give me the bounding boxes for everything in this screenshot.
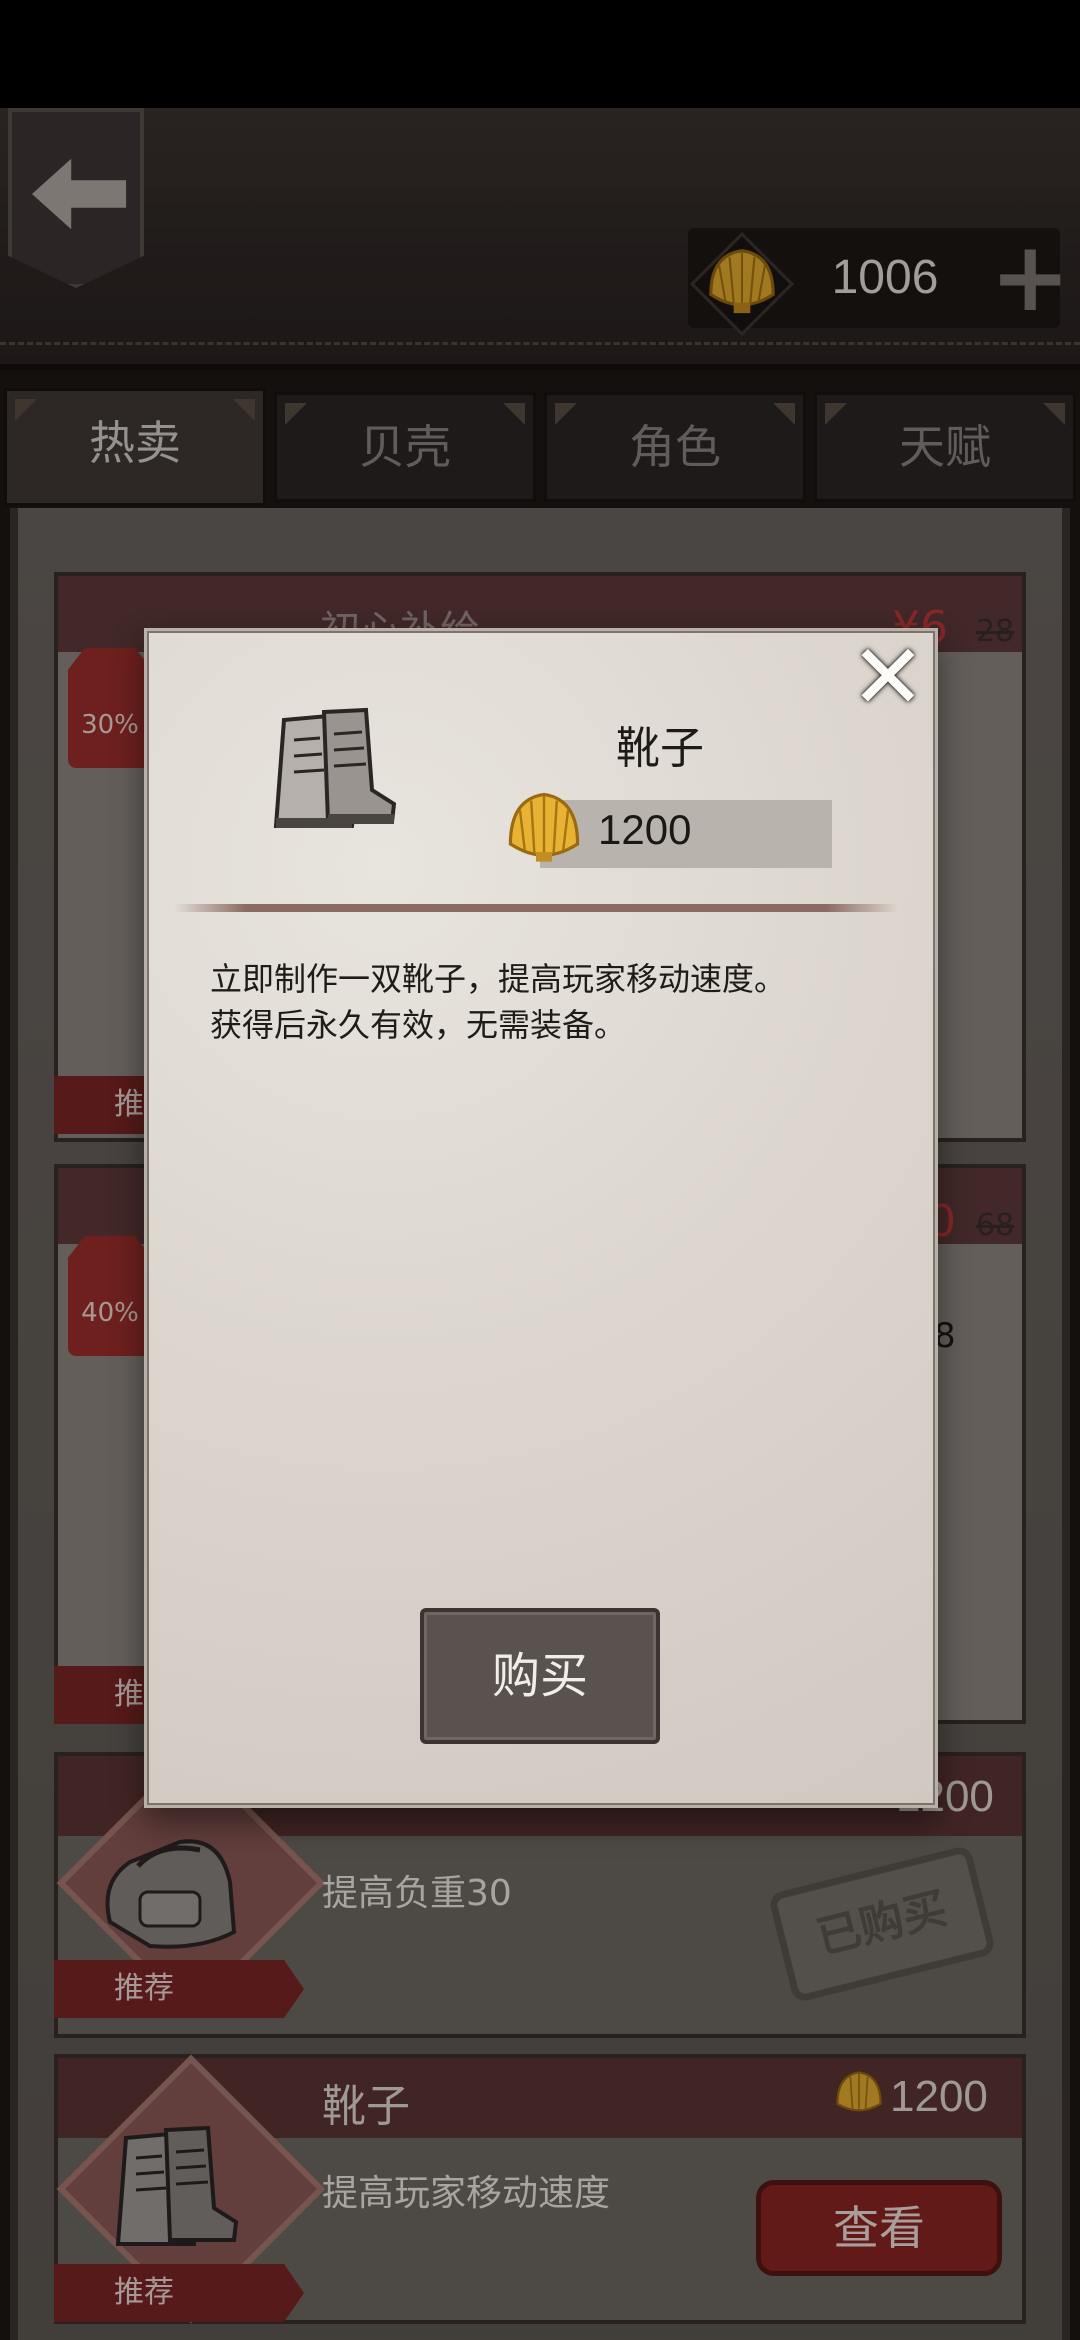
buy-button[interactable]: 购买 xyxy=(420,1608,660,1744)
modal-item-name: 靴子 xyxy=(616,723,704,774)
status-bar xyxy=(0,0,1080,108)
shell-icon xyxy=(508,792,580,862)
modal-description-line: 获得后永久有效，无需装备。 xyxy=(210,1006,627,1044)
modal-description: 立即制作一双靴子，提高玩家移动速度。 获得后永久有效，无需装备。 xyxy=(210,956,900,1076)
modal-description-line: 立即制作一双靴子，提高玩家移动速度。 xyxy=(210,960,787,998)
modal-price: 1200 xyxy=(598,806,692,853)
boots-icon xyxy=(273,707,397,828)
modal-divider xyxy=(174,904,898,912)
close-icon[interactable]: ✕ xyxy=(848,633,928,723)
